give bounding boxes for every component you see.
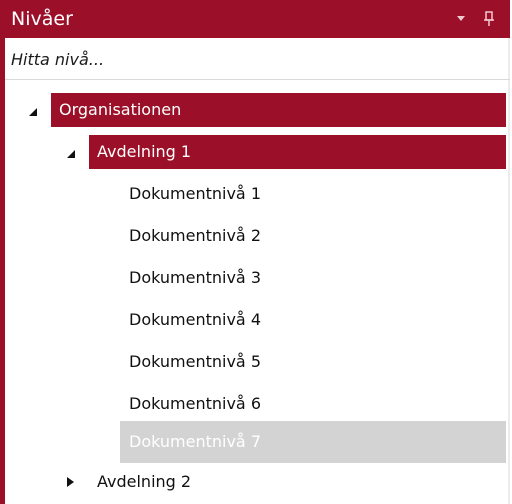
tree-node-label: Dokumentnivå 2 [129,226,261,245]
tree-node-dokumentniva-1[interactable]: Dokumentnivå 1 [120,177,506,211]
tree-node-organisationen[interactable]: Organisationen [51,93,506,127]
tree-node-label: Dokumentnivå 1 [129,184,261,203]
tree-node-label: Dokumentnivå 5 [129,352,261,371]
dropdown-arrow-icon[interactable] [454,10,468,28]
tree-node-avdelning-2[interactable]: Avdelning 2 [89,465,506,499]
panel-title: Nivåer [11,8,73,30]
tree-node-label: Dokumentnivå 3 [129,268,261,287]
tree-node-dokumentniva-6[interactable]: Dokumentnivå 6 [120,387,506,421]
collapse-triangle-icon[interactable] [65,148,77,160]
collapse-triangle-icon[interactable] [27,106,39,118]
tree-node-label: Dokumentnivå 6 [129,394,261,413]
pin-icon[interactable] [482,10,496,28]
tree-node-dokumentniva-5[interactable]: Dokumentnivå 5 [120,345,506,379]
search-box [5,40,510,80]
tree-node-dokumentniva-3[interactable]: Dokumentnivå 3 [120,261,506,295]
levels-panel: Nivåer Organisationen [0,0,510,504]
expand-triangle-icon[interactable] [64,476,76,488]
search-input[interactable] [5,40,510,78]
tree-node-avdelning-1[interactable]: Avdelning 1 [89,135,506,169]
panel-titlebar: Nivåer [5,0,510,38]
titlebar-controls [454,9,496,29]
tree-node-dokumentniva-7[interactable]: Dokumentnivå 7 [120,421,506,463]
tree-node-dokumentniva-4[interactable]: Dokumentnivå 4 [120,303,506,337]
tree-node-label: Dokumentnivå 7 [129,432,261,451]
tree-node-label: Avdelning 2 [97,472,192,491]
tree-node-dokumentniva-2[interactable]: Dokumentnivå 2 [120,219,506,253]
tree-node-label: Dokumentnivå 4 [129,310,261,329]
tree-node-label: Organisationen [59,100,182,119]
tree-node-label: Avdelning 1 [97,142,192,161]
